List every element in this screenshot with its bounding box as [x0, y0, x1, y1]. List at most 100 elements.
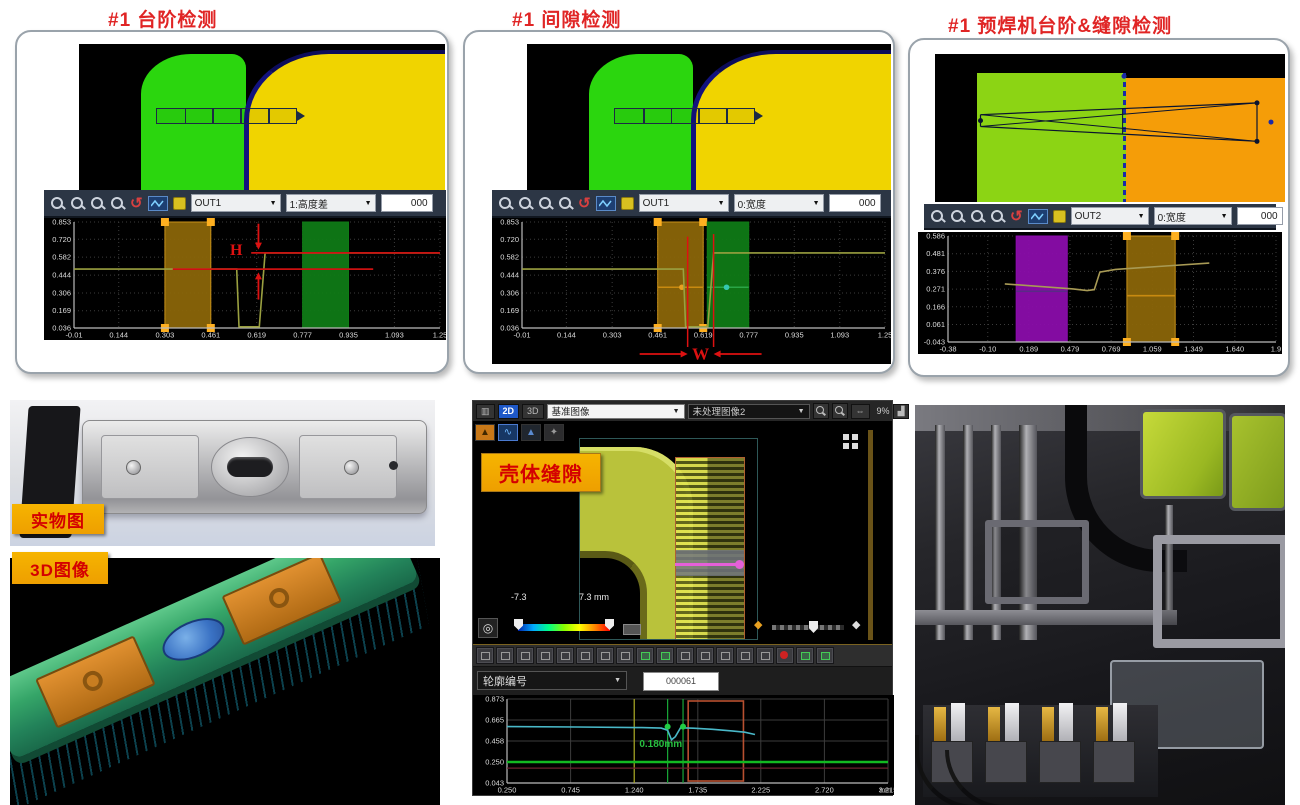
image-select[interactable]: 基准图像▼	[547, 404, 685, 419]
svg-text:1.093: 1.093	[385, 331, 404, 340]
render-oval-slot	[156, 609, 231, 669]
select-b-icon[interactable]	[736, 647, 754, 664]
view-3d-button[interactable]: 3D	[522, 404, 544, 419]
scale-options-button[interactable]	[623, 624, 641, 635]
edit-icon[interactable]	[621, 197, 634, 210]
machine-clamp-unit	[1093, 703, 1135, 783]
measure-type-select[interactable]: 1:高度差 ▼	[286, 194, 376, 212]
edit-icon[interactable]	[173, 197, 186, 210]
output-select[interactable]: OUT2▼	[1071, 207, 1149, 225]
target-icon[interactable]: ◎	[478, 618, 498, 638]
h-scroll-handle[interactable]	[809, 621, 818, 633]
svg-text:1.25: 1.25	[433, 331, 446, 340]
grid-icon[interactable]	[616, 647, 634, 664]
zoom-region-icon[interactable]	[110, 196, 125, 211]
zoom-out-icon[interactable]	[70, 196, 85, 211]
v-scrollbar[interactable]	[868, 430, 873, 640]
pan-icon[interactable]	[556, 647, 574, 664]
pointer-icon[interactable]	[476, 647, 494, 664]
zoom-region-icon[interactable]	[558, 196, 573, 211]
user-icon[interactable]: ▟	[893, 404, 910, 419]
select-c-icon[interactable]	[756, 647, 774, 664]
waveform-icon[interactable]	[148, 196, 168, 211]
scale-min-label: -7.3	[511, 592, 527, 602]
overlay-b-icon[interactable]	[656, 647, 674, 664]
result-value-box[interactable]: 000	[829, 194, 881, 212]
zoom-out-icon[interactable]	[518, 196, 533, 211]
undo-icon[interactable]: ↺	[578, 196, 591, 211]
zoom-region-icon[interactable]	[990, 209, 1005, 224]
zoom-fit-icon[interactable]	[90, 196, 105, 211]
measure-select-value: 1:高度差	[290, 196, 328, 211]
zoom-fit-icon[interactable]	[538, 196, 553, 211]
zoom-in-icon[interactable]	[496, 647, 514, 664]
chevron-down-icon: ▼	[365, 200, 372, 207]
export-image-icon[interactable]	[816, 647, 834, 664]
render-3d	[10, 558, 440, 805]
waveform-icon[interactable]	[1028, 209, 1048, 224]
select-a-icon[interactable]	[716, 647, 734, 664]
chevron-down-icon: ▼	[1221, 213, 1228, 220]
zoom-out-icon[interactable]	[516, 647, 534, 664]
waveform-icon[interactable]	[596, 196, 616, 211]
output-select[interactable]: OUT1▼	[191, 194, 281, 212]
output-select-value: OUT2	[1075, 211, 1102, 222]
zoom-out-icon[interactable]	[950, 209, 965, 224]
zoom-in-icon[interactable]	[50, 196, 65, 211]
measure-region-box[interactable]	[614, 108, 754, 125]
profile-chart: 0.5860.4810.3760.2710.1660.061-0.043-0.3…	[918, 232, 1282, 354]
processing-select[interactable]: 未处理图像2▼	[688, 404, 810, 419]
measure-type-select[interactable]: 0:宽度▼	[1154, 207, 1232, 225]
result-value-box[interactable]: 000	[1237, 207, 1283, 225]
profile-number-field[interactable]: 000061	[643, 672, 719, 691]
tool-icon[interactable]: ✦	[544, 424, 564, 441]
svg-text:0.582: 0.582	[500, 253, 519, 262]
svg-text:0.189: 0.189	[1019, 345, 1038, 354]
fit-view-icon[interactable]: ⇔	[851, 404, 870, 419]
mask-b-icon[interactable]	[696, 647, 714, 664]
overlay-a-icon[interactable]	[636, 647, 654, 664]
output-select[interactable]: OUT1▼	[639, 194, 729, 212]
svg-text:0.461: 0.461	[201, 331, 220, 340]
zoom-out-icon[interactable]	[832, 403, 848, 419]
part-photo-busbar	[82, 420, 427, 514]
intensity-image-icon[interactable]: ▲	[521, 424, 541, 441]
svg-text:0.935: 0.935	[785, 331, 804, 340]
scroll-marker-diamond[interactable]: ◆	[754, 620, 762, 631]
measure-region-frame[interactable]	[579, 438, 758, 640]
color-scale-bar[interactable]	[518, 624, 610, 631]
svg-text:0.144: 0.144	[109, 331, 128, 340]
zoom-fit-icon[interactable]	[970, 209, 985, 224]
height-image-icon[interactable]: ▲	[475, 424, 495, 441]
svg-text:0.619: 0.619	[247, 331, 266, 340]
svg-text:-0.38: -0.38	[939, 345, 956, 354]
edit-icon[interactable]	[1053, 210, 1066, 223]
zoom-in-icon[interactable]	[498, 196, 513, 211]
h-scrollbar[interactable]	[772, 625, 844, 630]
label-physical-photo: 实物图	[12, 504, 104, 534]
view-2d-button[interactable]: 2D	[498, 404, 520, 419]
undo-icon[interactable]: ↺	[1010, 209, 1023, 224]
profile-b-icon[interactable]	[596, 647, 614, 664]
fullscreen-icon[interactable]	[843, 434, 849, 440]
measure-region-box[interactable]	[935, 54, 1285, 202]
zoom-in-icon[interactable]	[930, 209, 945, 224]
layout-icon[interactable]: ▥	[476, 404, 495, 419]
panel-step-detection: ↺ OUT1▼ 1:高度差▼ 000 0.8530.7200.5820.4440…	[15, 30, 449, 374]
profile-view-icon[interactable]: ∿	[498, 424, 518, 441]
undo-icon[interactable]: ↺	[130, 196, 143, 211]
chevron-down-icon: ▼	[718, 200, 725, 207]
part-boss	[211, 437, 289, 497]
record-icon[interactable]	[776, 647, 794, 664]
export-report-icon[interactable]	[796, 647, 814, 664]
result-value-box[interactable]: 000	[381, 194, 433, 212]
mask-a-icon[interactable]	[676, 647, 694, 664]
zoom-in-icon[interactable]	[813, 403, 829, 419]
measure-region-box[interactable]	[156, 108, 297, 125]
profile-a-icon[interactable]	[576, 647, 594, 664]
scroll-end-diamond[interactable]: ◆	[852, 620, 860, 631]
zoom-region-icon[interactable]	[536, 647, 554, 664]
profile-number-select[interactable]: 轮廓编号▼	[477, 671, 627, 690]
svg-text:0.303: 0.303	[156, 331, 175, 340]
measure-type-select[interactable]: 0:宽度▼	[734, 194, 824, 212]
